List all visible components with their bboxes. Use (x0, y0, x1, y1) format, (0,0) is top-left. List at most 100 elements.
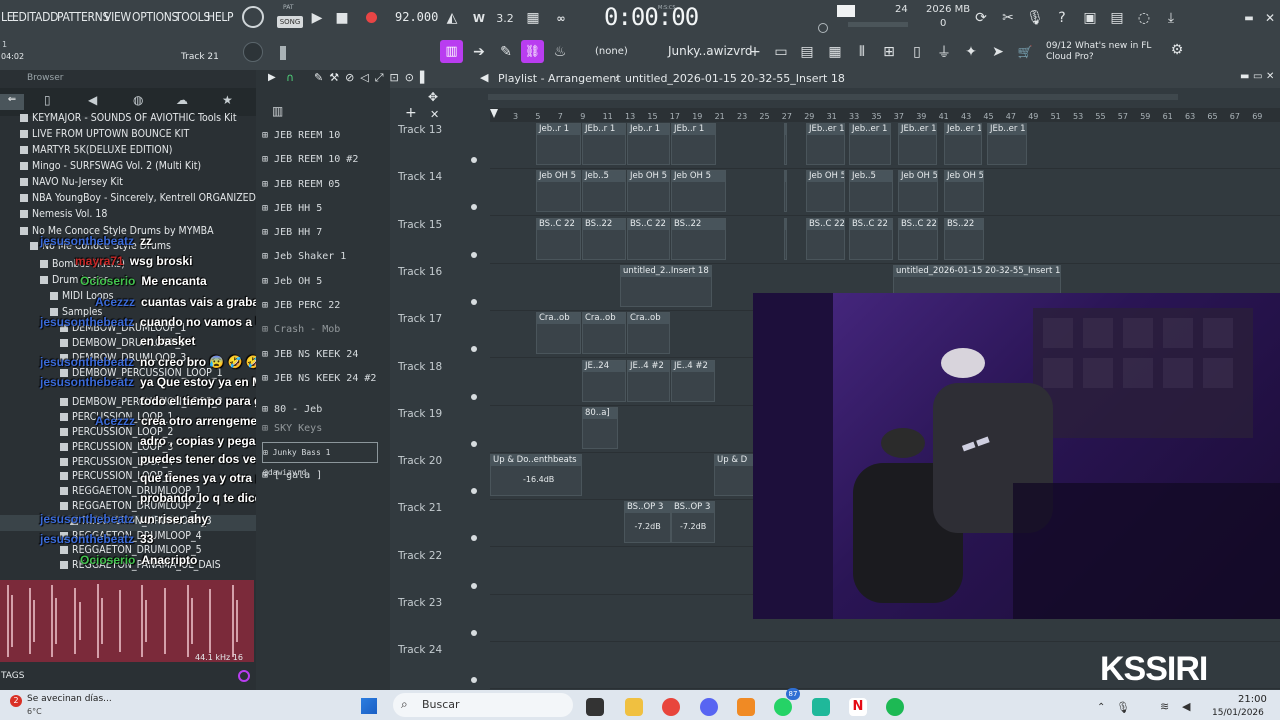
track-mute-icon[interactable] (471, 630, 477, 636)
pattern-clip[interactable]: Up & D (714, 454, 754, 497)
pattern-clip[interactable]: Jeb..er 1 (944, 123, 982, 165)
file-explorer-icon[interactable] (625, 698, 643, 716)
track-header[interactable]: Track 14 (398, 171, 442, 183)
discord-icon[interactable] (700, 698, 718, 716)
help-icon[interactable]: ? (1051, 7, 1073, 29)
tray-wifi-icon[interactable]: ≋ (1160, 700, 1169, 713)
add-pattern-icon[interactable]: + (744, 41, 766, 63)
browser-icon[interactable]: ▯ (906, 41, 928, 63)
rack-channel[interactable]: ⊞ 80 - Jeb (262, 400, 378, 420)
track-header[interactable]: Track 21 (398, 502, 442, 514)
pattern-clip[interactable]: Jeb..r 1 (627, 123, 670, 165)
stop-icon[interactable]: ■ (331, 7, 353, 29)
track-header[interactable]: Track 19 (398, 408, 442, 420)
save-icon[interactable]: ▣ (1079, 7, 1101, 29)
track-mute-icon[interactable] (471, 251, 477, 258)
pencil-icon[interactable]: ✎ (495, 41, 517, 63)
zoom-icon[interactable]: ✥ (428, 90, 438, 104)
track-header[interactable]: Track 23 (398, 597, 442, 609)
track-mute-icon[interactable] (471, 440, 477, 447)
rack-channel[interactable]: ⊞ JEB REEM 10 (262, 126, 378, 146)
track-mute-icon[interactable] (471, 157, 477, 163)
pattern-clip[interactable]: Cra..ob (627, 312, 670, 355)
countdown-icon[interactable]: 3.2 (494, 7, 516, 29)
tempo-display[interactable]: 92.000 (395, 10, 438, 24)
rack-channel[interactable]: ⊞ JEB NS KEEK 24 #2 (262, 369, 378, 389)
pattern-clip[interactable]: BS..C 22 (849, 217, 893, 260)
arrow-right-icon[interactable]: ➔ (468, 41, 490, 63)
track-mute-icon[interactable] (471, 298, 477, 305)
tree-item[interactable]: Nemesis Vol. 18 (20, 208, 107, 224)
rack-channel[interactable]: ⊞ JEB REEM 10 #2 (262, 150, 378, 170)
pattern-clip[interactable]: BS..C 22 (536, 217, 581, 260)
pattern-clip[interactable]: JEb..er 1 (898, 123, 937, 165)
pattern-clip[interactable]: JE..4 #2 (627, 359, 670, 402)
chrome-icon[interactable] (662, 698, 680, 716)
pattern-clip[interactable]: BS..OP 3 -7.2dB (671, 501, 715, 544)
track-header[interactable]: Track 17 (398, 313, 442, 325)
rack-channel[interactable]: ⊞ JEB HH 5 (262, 199, 378, 219)
link-button[interactable]: ⛓ (521, 40, 544, 63)
pattern-clip[interactable]: JE..24 (582, 359, 626, 402)
capcut-icon[interactable] (812, 698, 830, 716)
overview-bar[interactable] (488, 94, 1178, 100)
pattern-clip[interactable]: BS..22 (944, 217, 984, 260)
loop-record-icon[interactable]: ∞ (550, 7, 572, 29)
pattern-clip[interactable]: BS..C 22 (627, 217, 670, 260)
pattern-clip[interactable]: BS..C 22 (898, 217, 938, 260)
pattern-clip[interactable]: Jeb..er 1 (849, 123, 891, 165)
rack-channel[interactable]: ⊞ Crash - Mob (262, 320, 378, 340)
playlist-restore-icon[interactable]: ▭ (1253, 71, 1262, 82)
add-track-icon[interactable]: + (405, 105, 417, 121)
track-header[interactable]: Track 18 (398, 361, 442, 373)
playlist-view-button[interactable]: ▥ (440, 40, 463, 63)
search-box[interactable]: ⌕ Buscar (393, 693, 573, 717)
speaker-icon[interactable]: ◀ (88, 93, 97, 107)
fl-studio-icon[interactable] (737, 698, 755, 716)
pattern-clip[interactable]: BS..C 22 (806, 217, 845, 260)
pattern-clip[interactable]: Jeb OH 5 (671, 170, 726, 213)
pattern-clip[interactable]: Jeb OH 5 (627, 170, 670, 213)
pattern-selector[interactable]: (none) (595, 46, 628, 57)
send-icon[interactable]: ➤ (987, 41, 1009, 63)
wait-input-icon[interactable]: W (468, 7, 490, 29)
mixer-icon[interactable]: ⫴ (851, 41, 873, 63)
whatsapp-icon[interactable] (774, 698, 792, 716)
download-icon[interactable]: ⤓ (1160, 7, 1182, 29)
pattern-clip[interactable]: 80..a] (582, 406, 618, 449)
pattern-clip[interactable]: JEb..r 1 (671, 123, 716, 165)
cart-icon[interactable]: 🛒 (1014, 41, 1036, 63)
render-icon[interactable]: ▤ (1106, 7, 1128, 29)
pattern-clip[interactable]: BS..22 (582, 217, 626, 260)
pattern-clip[interactable]: JEb..er 1 (987, 123, 1027, 165)
tree-item[interactable]: MARTYR 5K(DELUXE EDITION) (20, 144, 173, 160)
pattern-clip[interactable]: BS..C 22 (784, 217, 787, 260)
pattern-clip[interactable]: BS..OP 3 -7.2dB (624, 501, 671, 544)
pattern-clip[interactable]: Jeb..r 1 (784, 123, 787, 165)
netflix-icon[interactable]: N (849, 698, 867, 716)
time-display[interactable]: 0:00:00 (604, 3, 699, 31)
rack-channel[interactable]: ⊞ Jeb OH 5 (262, 272, 378, 292)
menu-add[interactable]: ADD (35, 10, 58, 24)
channel-rack-icon[interactable]: ▦ (824, 41, 846, 63)
pattern-clip[interactable]: Jeb..5 (849, 170, 893, 213)
weather-temp[interactable]: 6°C (27, 707, 42, 716)
menu-patterns[interactable]: PATTERNS (57, 10, 109, 24)
refresh-icon[interactable]: ⟳ (970, 7, 992, 29)
pattern-clip[interactable]: Cra..ob (536, 312, 581, 355)
spotify-icon[interactable] (886, 698, 904, 716)
globe-icon[interactable]: ◍ (133, 93, 143, 107)
sample-waveform-preview[interactable] (0, 580, 254, 662)
track-header[interactable]: Track 20 (398, 455, 442, 467)
tree-item[interactable]: Mingo - SURFSWAG Vol. 2 (Multi Kit) (20, 160, 201, 176)
tag-search-icon[interactable] (238, 670, 250, 682)
star-icon[interactable]: ★ (222, 93, 233, 107)
play-icon[interactable]: ▶ (306, 7, 328, 29)
playlist-close-icon[interactable]: ✕ (1266, 71, 1274, 82)
main-volume-knob[interactable] (243, 42, 263, 62)
rack-channel[interactable]: ⊞ JEB REEM 05 (262, 175, 378, 195)
browser-back-icon[interactable]: ⇐ (0, 94, 24, 110)
rack-channel-selected[interactable]: ⊞ Junky Bass 1 @dawizvrd (262, 442, 378, 477)
menu-tools[interactable]: TOOLS (175, 10, 210, 24)
mic-icon[interactable]: 🎙 (1024, 7, 1046, 29)
